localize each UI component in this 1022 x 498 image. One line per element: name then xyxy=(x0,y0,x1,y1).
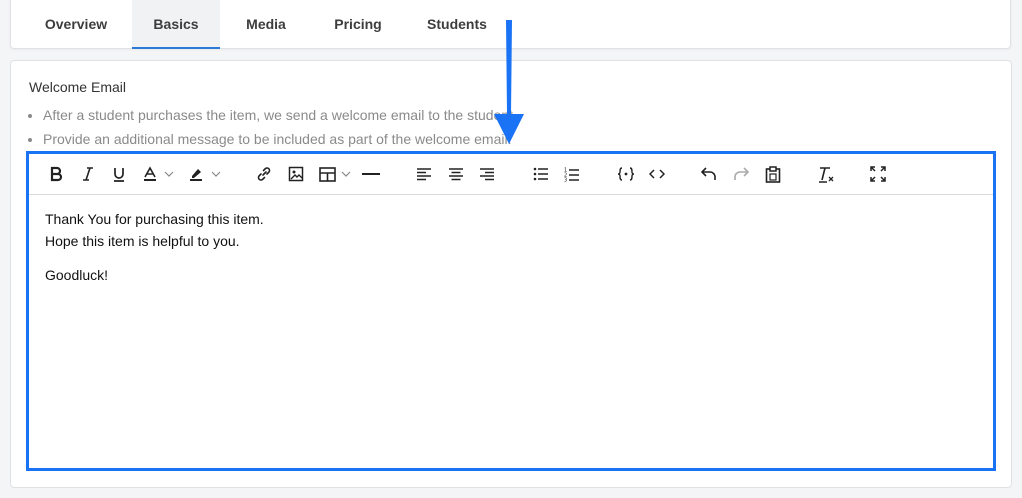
align-right-icon[interactable] xyxy=(476,161,498,187)
highlight-icon[interactable] xyxy=(185,161,207,187)
instruction-item: Provide an additional message to be incl… xyxy=(43,127,517,151)
tab-basics[interactable]: Basics xyxy=(132,0,220,49)
align-center-icon[interactable] xyxy=(445,161,467,187)
undo-icon[interactable] xyxy=(698,161,720,187)
italic-icon[interactable] xyxy=(77,161,99,187)
tab-overview[interactable]: Overview xyxy=(33,0,119,49)
editor-line: Thank You for purchasing this item. xyxy=(45,211,264,227)
align-left-icon[interactable] xyxy=(413,161,435,187)
redo-icon[interactable] xyxy=(730,161,752,187)
tab-media[interactable]: Media xyxy=(232,0,300,49)
editor-line: Goodluck! xyxy=(45,267,109,283)
chevron-down-icon[interactable] xyxy=(163,161,175,187)
tab-students[interactable]: Students xyxy=(413,0,501,49)
image-icon[interactable] xyxy=(285,161,307,187)
clear-format-icon[interactable] xyxy=(815,161,837,187)
editor-content[interactable]: Thank You for purchasing this item. Hope… xyxy=(45,208,264,286)
merge-tag-icon[interactable] xyxy=(614,161,638,187)
code-icon[interactable] xyxy=(646,161,668,187)
instruction-item: After a student purchases the item, we s… xyxy=(43,103,517,127)
chevron-down-icon[interactable] xyxy=(210,161,222,187)
editor-toolbar: 123 xyxy=(29,154,993,195)
tab-pricing[interactable]: Pricing xyxy=(321,0,395,49)
instructions-list: After a student purchases the item, we s… xyxy=(29,103,517,151)
svg-text:3: 3 xyxy=(564,177,567,182)
editor-line: Hope this item is helpful to you. xyxy=(45,233,240,249)
annotation-arrow-icon xyxy=(492,18,526,151)
numbered-list-icon[interactable]: 123 xyxy=(561,161,583,187)
bold-icon[interactable] xyxy=(45,161,67,187)
section-title: Welcome Email xyxy=(29,79,126,95)
text-color-icon[interactable] xyxy=(139,161,161,187)
paste-icon[interactable] xyxy=(762,161,784,187)
table-icon[interactable] xyxy=(316,161,338,187)
chevron-down-icon[interactable] xyxy=(340,161,352,187)
link-icon[interactable] xyxy=(253,161,275,187)
bullet-list-icon[interactable] xyxy=(530,161,552,187)
rich-text-editor[interactable]: 123 Thank You for purchasing this item. … xyxy=(26,151,996,471)
horizontal-rule-icon[interactable] xyxy=(360,161,382,187)
fullscreen-icon[interactable] xyxy=(867,161,889,187)
underline-icon[interactable] xyxy=(108,161,130,187)
